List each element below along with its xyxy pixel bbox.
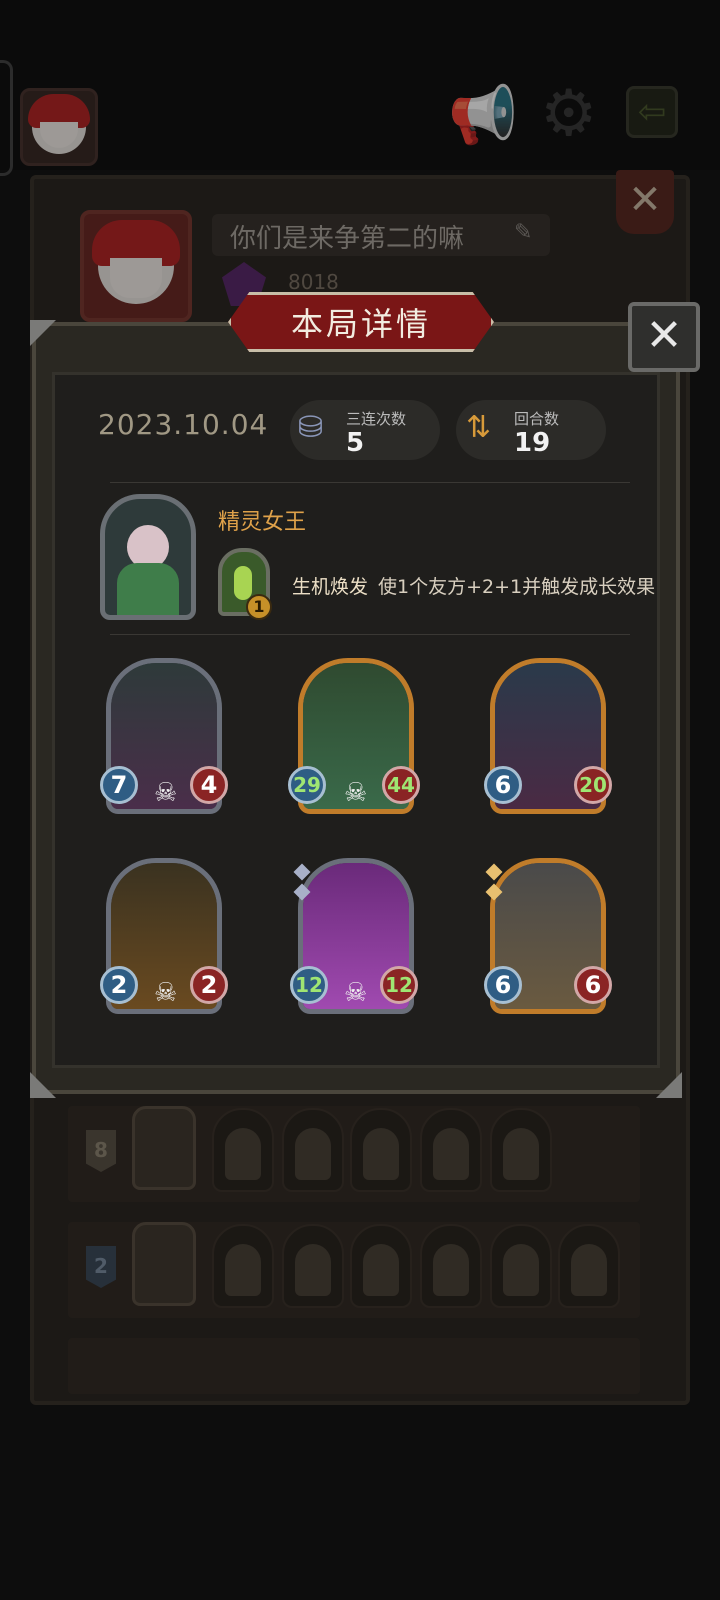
attack-stat: 29 (288, 766, 326, 804)
stat-label: 三连次数 (346, 410, 407, 428)
skull-icon: ☠ (154, 978, 178, 1008)
skull-icon: ☠ (344, 978, 368, 1008)
divider (110, 634, 630, 635)
stat-label: 回合数 (514, 410, 560, 428)
stat-value: 19 (514, 428, 551, 458)
hero-portrait[interactable] (100, 494, 196, 620)
skill-cost-badge: 1 (246, 594, 272, 620)
health-stat: 20 (574, 766, 612, 804)
dialog-title: 本局详情 (290, 305, 431, 343)
cycle-icon: ⇅ (466, 410, 492, 445)
triple-icon: ⛁ (298, 410, 324, 445)
health-stat: 6 (574, 966, 612, 1004)
health-stat: 2 (190, 966, 228, 1004)
attack-stat: 2 (100, 966, 138, 1004)
skill-name: 生机焕发 (292, 576, 369, 598)
close-button[interactable]: ✕ (628, 302, 700, 372)
attack-stat: 6 (484, 966, 522, 1004)
divider (110, 482, 630, 483)
health-stat: 12 (380, 966, 418, 1004)
attack-stat: 7 (100, 766, 138, 804)
match-date: 2023.10.04 (98, 408, 269, 441)
skull-icon: ☠ (344, 778, 368, 808)
stat-value: 5 (346, 428, 365, 458)
hero-name: 精灵女王 (218, 510, 307, 535)
title-banner: 本局详情 (228, 292, 494, 352)
health-stat: 44 (382, 766, 420, 804)
attack-stat: 6 (484, 766, 522, 804)
close-icon: ✕ (645, 310, 683, 361)
skill-description: 使1个友方+2+1并触发成长效果 (378, 576, 656, 598)
attack-stat: 12 (290, 966, 328, 1004)
health-stat: 4 (190, 766, 228, 804)
skull-icon: ☠ (154, 778, 178, 808)
